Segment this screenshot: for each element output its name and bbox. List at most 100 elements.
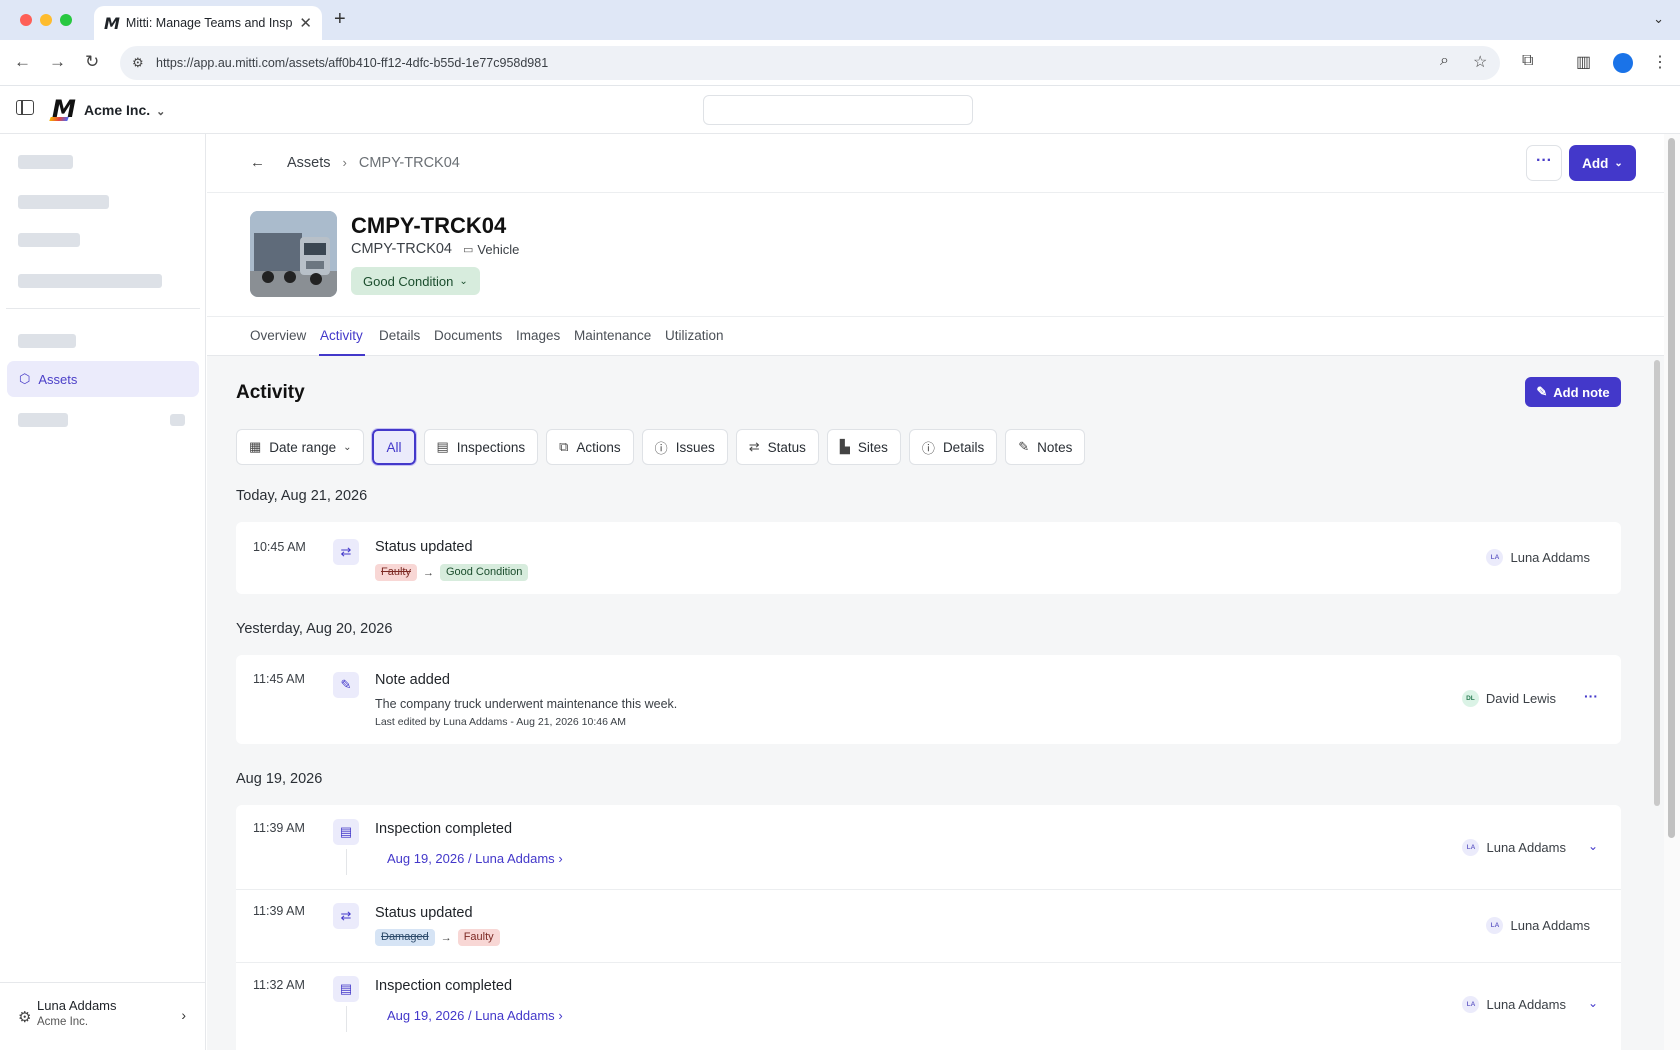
filter-status[interactable]: ⇄ Status [735, 429, 819, 465]
event-user: LA Luna Addams [1462, 839, 1566, 856]
back-arrow-icon[interactable]: ← [250, 154, 265, 171]
issue-icon: ⓘ [654, 440, 668, 456]
user-menu[interactable]: ⚙ Luna Addams Acme Inc. › [0, 982, 206, 1050]
expand-chevron-icon[interactable]: ⌄ [1588, 996, 1598, 1010]
tab-search-chevron-icon[interactable]: ⌄ [1653, 11, 1664, 27]
tab-overview[interactable]: Overview [250, 328, 306, 343]
edit-icon: ✎ [333, 672, 359, 698]
sidebar-item-placeholder[interactable] [18, 155, 73, 169]
activity-filters: ▦ Date range ⌄ All ▤ Inspections ⧉ Actions ⓘ… [236, 428, 1086, 466]
cube-icon: ⬡ [19, 371, 31, 386]
sidebar-badge-placeholder [170, 414, 185, 426]
chevron-right-icon: › [558, 1008, 563, 1023]
avatar: LA [1462, 996, 1480, 1013]
browser-tab[interactable]: M Mitti: Manage Teams and Inspect... ✕ [94, 6, 322, 40]
sidebar-item-placeholder[interactable] [18, 195, 109, 209]
reload-icon[interactable]: ↻ [85, 52, 99, 72]
browser-toolbar: ← → ↻ ⚙ https://app.au.mitti.com/assets/… [0, 40, 1680, 86]
filter-notes[interactable]: ✎ Notes [1005, 429, 1086, 465]
user-name: Luna Addams [37, 998, 117, 1013]
tab-documents[interactable]: Documents [434, 328, 502, 343]
app-header: M Acme Inc. ⌄ [0, 86, 1680, 134]
note-more-button[interactable]: ··· [1584, 688, 1598, 704]
actions-icon: ⧉ [559, 439, 569, 454]
sidebar: ⬡ Assets ⚙ Luna Addams Acme Inc. › [0, 134, 206, 1050]
org-switcher[interactable]: Acme Inc. ⌄ [84, 102, 165, 118]
extensions-icon[interactable]: ⧉ [1522, 52, 1533, 70]
edit-icon: ✎ [1018, 439, 1030, 454]
more-actions-button[interactable]: ··· [1526, 145, 1562, 181]
close-window-icon[interactable] [20, 14, 32, 26]
condition-dropdown[interactable]: Good Condition ⌄ [351, 267, 480, 295]
filter-all[interactable]: All [371, 428, 417, 466]
add-button[interactable]: Add ⌄ [1569, 145, 1636, 181]
browser-tab-bar: M Mitti: Manage Teams and Inspect... ✕ +… [0, 0, 1680, 40]
back-icon[interactable]: ← [14, 52, 31, 72]
active-tab-indicator [319, 354, 365, 356]
avatar: LA [1486, 917, 1504, 934]
inspection-link[interactable]: Aug 19, 2026 / Luna Addams › [387, 851, 563, 866]
filter-actions[interactable]: ⧉ Actions [546, 429, 634, 465]
profile-icon[interactable] [1613, 53, 1633, 73]
menu-icon[interactable]: ⋮ [1652, 52, 1668, 72]
filter-details[interactable]: ⓘ Details [908, 429, 998, 465]
minimize-window-icon[interactable] [40, 14, 52, 26]
sidebar-item-placeholder[interactable] [18, 233, 80, 247]
chevron-right-icon: › [181, 1007, 186, 1023]
event-title: Note added [375, 672, 450, 688]
chevron-right-icon: › [342, 155, 347, 170]
address-bar[interactable]: ⚙ https://app.au.mitti.com/assets/aff0b4… [120, 46, 1500, 80]
sidebar-item-placeholder[interactable] [18, 274, 162, 288]
day-label: Today, Aug 21, 2026 [236, 488, 368, 504]
sidepanel-icon[interactable]: ▥ [1576, 52, 1591, 72]
mitti-logo[interactable]: M [49, 95, 76, 123]
tab-activity[interactable]: Activity [320, 328, 363, 343]
global-search-input[interactable] [703, 95, 973, 125]
event-user: DL David Lewis [1461, 690, 1556, 707]
date-range-filter[interactable]: ▦ Date range ⌄ [236, 429, 365, 465]
breadcrumb-assets-link[interactable]: Assets [287, 155, 331, 171]
event-time: 11:32 AM [253, 978, 305, 992]
tab-images[interactable]: Images [516, 328, 560, 343]
sidebar-toggle-icon[interactable] [16, 100, 34, 115]
event-time: 11:39 AM [253, 904, 305, 918]
site-info-icon[interactable]: ⚙ [132, 55, 144, 71]
star-icon[interactable]: ☆ [1473, 52, 1487, 72]
swap-icon: ⇄ [748, 439, 760, 454]
tab-title: Mitti: Manage Teams and Inspect... [125, 16, 294, 30]
tab-maintenance[interactable]: Maintenance [574, 328, 651, 343]
zoom-icon[interactable]: ⌕ [1440, 52, 1449, 70]
event-title: Status updated [375, 539, 473, 555]
expand-chevron-icon[interactable]: ⌄ [1588, 839, 1598, 853]
content-scrollbar[interactable] [1654, 360, 1660, 806]
scrollbar-thumb[interactable] [1668, 138, 1675, 838]
tab-details[interactable]: Details [379, 328, 420, 343]
page-scrollbar[interactable] [1664, 134, 1680, 1050]
maximize-window-icon[interactable] [60, 14, 72, 26]
filter-inspections[interactable]: ▤ Inspections [423, 429, 539, 465]
event-user: LA Luna Addams [1486, 549, 1590, 566]
filter-sites[interactable]: ▙ Sites [826, 429, 901, 465]
note-meta: Last edited by Luna Addams - Aug 21, 202… [375, 716, 627, 728]
clipboard-icon: ▤ [436, 439, 449, 454]
activity-card: 11:45 AM ✎ Note added The company truck … [236, 655, 1621, 744]
inspection-link[interactable]: Aug 19, 2026 / Luna Addams › [387, 1008, 563, 1023]
sidebar-item-assets[interactable]: ⬡ Assets [7, 361, 199, 397]
asset-type: Vehicle [477, 241, 520, 257]
asset-thumbnail[interactable] [250, 211, 337, 297]
chevron-right-icon: › [558, 851, 563, 866]
chevron-down-icon: ⌄ [459, 275, 468, 287]
status-to-badge: Good Condition [439, 564, 529, 581]
sidebar-item-placeholder[interactable] [18, 413, 68, 427]
forward-icon[interactable]: → [49, 52, 66, 72]
activity-row: 11:39 AM ▤ Inspection completed Aug 19, … [236, 805, 1621, 889]
tab-utilization[interactable]: Utilization [665, 328, 724, 343]
mitti-favicon-icon: M [104, 13, 120, 33]
new-tab-icon[interactable]: + [334, 8, 346, 31]
event-time: 10:45 AM [253, 540, 306, 554]
add-note-button[interactable]: ✎ Add note [1525, 377, 1621, 407]
note-body: The company truck underwent maintenance … [375, 697, 678, 711]
tab-close-icon[interactable]: ✕ [299, 14, 312, 32]
filter-issues[interactable]: ⓘ Issues [641, 429, 728, 465]
event-time: 11:45 AM [253, 672, 305, 686]
